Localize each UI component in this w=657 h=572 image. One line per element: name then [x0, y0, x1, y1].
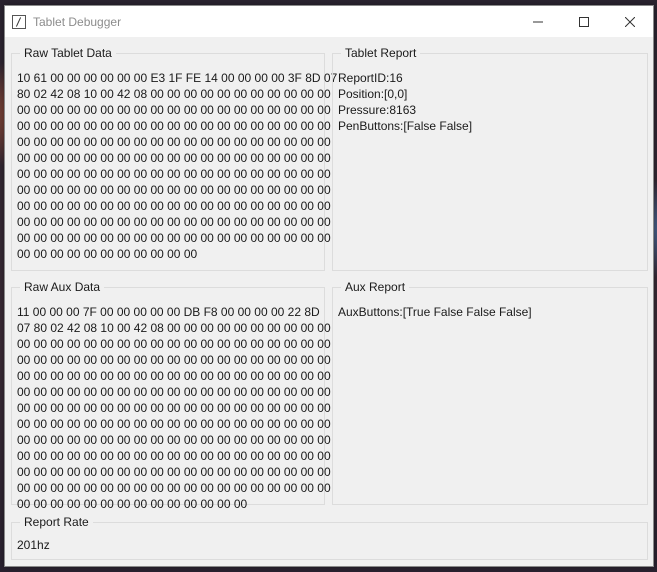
hex-line: 00 00 00 00 00 00 00 00 00 00 00 — [17, 247, 198, 261]
aux-report-title: Aux Report — [341, 280, 410, 295]
report-rate-title: Report Rate — [20, 515, 93, 530]
window-title: Tablet Debugger — [33, 14, 122, 29]
raw-tablet-data-group: Raw Tablet Data 10 61 00 00 00 00 00 00 … — [11, 46, 338, 271]
title-bar[interactable]: Tablet Debugger — [5, 6, 653, 37]
hex-line: 00 00 00 00 00 00 00 00 00 00 00 00 00 0… — [17, 449, 331, 463]
minimize-icon — [533, 21, 543, 22]
close-button[interactable] — [607, 6, 653, 37]
tablet-report-title: Tablet Report — [341, 46, 421, 61]
hex-line: 00 00 00 00 00 00 00 00 00 00 00 00 00 0… — [17, 481, 331, 495]
hex-line: 00 00 00 00 00 00 00 00 00 00 00 00 00 0… — [17, 497, 248, 511]
hex-line: 00 00 00 00 00 00 00 00 00 00 00 00 00 0… — [17, 465, 331, 479]
report-id-value: ReportID:16 — [338, 71, 403, 85]
hex-line: 00 00 00 00 00 00 00 00 00 00 00 00 00 0… — [17, 353, 331, 367]
hex-line: 00 00 00 00 00 00 00 00 00 00 00 00 00 0… — [17, 385, 331, 399]
maximize-icon — [579, 16, 589, 27]
minimize-button[interactable] — [515, 6, 561, 37]
app-icon — [12, 14, 26, 29]
report-rate-text: 201hz — [17, 537, 643, 553]
position-value: Position:[0,0] — [338, 87, 408, 101]
hex-line: 00 00 00 00 00 00 00 00 00 00 00 00 00 0… — [17, 151, 331, 165]
report-rate-group: Report Rate 201hz — [11, 515, 648, 560]
hex-line: 00 00 00 00 00 00 00 00 00 00 00 00 00 0… — [17, 215, 331, 229]
aux-report-group: Aux Report AuxButtons:[True False False … — [332, 280, 648, 505]
hex-line: 00 00 00 00 00 00 00 00 00 00 00 00 00 0… — [17, 417, 331, 431]
pressure-value: Pressure:8163 — [338, 103, 417, 117]
close-icon — [625, 16, 635, 27]
tablet-debugger-window: Tablet Debugger Raw Tablet Data 10 61 00… — [4, 5, 654, 567]
hex-line: 00 00 00 00 00 00 00 00 00 00 00 00 00 0… — [17, 103, 331, 117]
maximize-button[interactable] — [561, 6, 607, 37]
hex-line: 80 02 42 08 10 00 42 08 00 00 00 00 00 0… — [17, 87, 331, 101]
raw-aux-data-text: 11 00 00 00 7F 00 00 00 00 00 DB F8 00 0… — [17, 304, 331, 512]
hex-line: 07 80 02 42 08 10 00 42 08 00 00 00 00 0… — [17, 321, 331, 335]
hex-line: 11 00 00 00 7F 00 00 00 00 00 DB F8 00 0… — [17, 305, 320, 319]
raw-aux-data-title: Raw Aux Data — [20, 280, 105, 295]
hex-line: 00 00 00 00 00 00 00 00 00 00 00 00 00 0… — [17, 183, 331, 197]
hex-line: 00 00 00 00 00 00 00 00 00 00 00 00 00 0… — [17, 199, 331, 213]
hex-line: 00 00 00 00 00 00 00 00 00 00 00 00 00 0… — [17, 135, 331, 149]
aux-buttons-value: AuxButtons:[True False False False] — [338, 305, 532, 319]
window-controls — [515, 6, 653, 37]
raw-aux-data-group: Raw Aux Data 11 00 00 00 7F 00 00 00 00 … — [11, 280, 331, 511]
report-rate-value: 201hz — [17, 538, 50, 552]
hex-line: 00 00 00 00 00 00 00 00 00 00 00 00 00 0… — [17, 167, 331, 181]
hex-line: 00 00 00 00 00 00 00 00 00 00 00 00 00 0… — [17, 433, 331, 447]
hex-line: 00 00 00 00 00 00 00 00 00 00 00 00 00 0… — [17, 369, 331, 383]
hex-line: 00 00 00 00 00 00 00 00 00 00 00 00 00 0… — [17, 337, 331, 351]
tablet-report-text: ReportID:16 Position:[0,0] Pressure:8163… — [338, 70, 643, 134]
raw-tablet-data-title: Raw Tablet Data — [20, 46, 116, 61]
tablet-report-group: Tablet Report ReportID:16 Position:[0,0]… — [332, 46, 648, 271]
raw-tablet-data-text: 10 61 00 00 00 00 00 00 E3 1F FE 14 00 0… — [17, 70, 338, 262]
hex-line: 00 00 00 00 00 00 00 00 00 00 00 00 00 0… — [17, 119, 331, 133]
hex-line: 10 61 00 00 00 00 00 00 E3 1F FE 14 00 0… — [17, 71, 338, 85]
aux-report-text: AuxButtons:[True False False False] — [338, 304, 643, 320]
pen-buttons-value: PenButtons:[False False] — [338, 119, 473, 133]
hex-line: 00 00 00 00 00 00 00 00 00 00 00 00 00 0… — [17, 231, 331, 245]
hex-line: 00 00 00 00 00 00 00 00 00 00 00 00 00 0… — [17, 401, 331, 415]
